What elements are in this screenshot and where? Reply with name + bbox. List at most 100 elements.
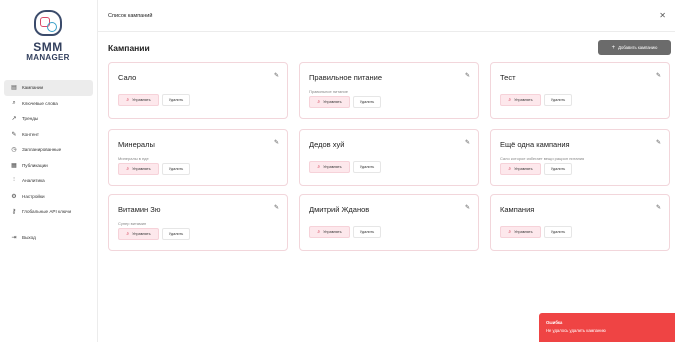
page-header-title: Список кампаний [108, 13, 153, 19]
edit-pencil-icon[interactable]: ✎ [274, 139, 279, 146]
search-icon: ⌕ [508, 166, 512, 172]
manage-label: Управлять [132, 232, 151, 236]
delete-button[interactable]: Удалить [162, 94, 190, 106]
campaign-card: Дмитрий Жданов ✎ ⌕ Управлять Удалить [299, 194, 479, 251]
campaign-card: Тест ✎ ⌕ Управлять Удалить [490, 62, 670, 119]
sidebar-item-label: Запланированные [22, 147, 62, 153]
error-toast[interactable]: Ошибка Не удалось удалить кампанию [539, 313, 675, 342]
sidebar-item-1[interactable]: ⌕ Ключевые слова [4, 96, 93, 112]
delete-button[interactable]: Удалить [162, 163, 190, 175]
edit-pencil-icon[interactable]: ✎ [274, 72, 279, 79]
campaign-card: Правильное питание ✎ Правильное питание ⌕ Уп… [299, 62, 479, 119]
logout-icon: ⇥ [11, 234, 17, 241]
search-icon: ⌕ [126, 97, 130, 103]
edit-pencil-icon[interactable]: ✎ [465, 72, 470, 79]
search-icon: ⌕ [126, 166, 130, 172]
edit-pencil-icon[interactable]: ✎ [274, 204, 279, 211]
delete-button[interactable]: Удалить [544, 163, 572, 175]
sidebar-item-3[interactable]: ✎ Контент [4, 127, 93, 143]
manage-button[interactable]: ⌕ Управлять [500, 94, 541, 106]
card-actions: ⌕ Управлять Удалить [118, 94, 190, 106]
card-actions: ⌕ Управлять Удалить [309, 226, 381, 238]
delete-button[interactable]: Удалить [353, 161, 381, 173]
campaign-card: Ещё одна кампания ✎ Сало которое избегает … [490, 129, 670, 186]
campaign-name: Ещё одна кампания [500, 140, 570, 149]
delete-button[interactable]: Удалить [353, 226, 381, 238]
manage-label: Управлять [514, 98, 533, 102]
sidebar-item-label: Публикации [22, 162, 48, 168]
card-actions: ⌕ Управлять Удалить [309, 96, 381, 108]
delete-button[interactable]: Удалить [544, 94, 572, 106]
key-icon: ⚷ [11, 209, 17, 216]
manage-label: Управлять [323, 100, 342, 104]
manage-label: Управлять [132, 167, 151, 171]
campaign-card: Витамин Зю ✎ Супер витамин ⌕ Управлять Удалит… [108, 194, 288, 251]
search-icon: ⌕ [12, 99, 16, 106]
campaign-name: Кампания [500, 205, 535, 214]
app-window: SMM MANAGER ▤ Кампании ⌕ Ключевые слова ↗ Тре… [0, 0, 675, 342]
edit-pencil-icon[interactable]: ✎ [465, 204, 470, 211]
trend-icon: ↗ [11, 116, 17, 123]
sidebar-item-6[interactable]: ⫶ Аналитика [4, 173, 93, 189]
manage-label: Управлять [132, 98, 151, 102]
manage-button[interactable]: ⌕ Управлять [309, 96, 350, 108]
gear-icon: ⚙ [11, 193, 17, 200]
manage-label: Управлять [323, 165, 342, 169]
delete-button[interactable]: Удалить [544, 226, 572, 238]
calendar-icon: ▦ [11, 162, 17, 169]
edit-pencil-icon[interactable]: ✎ [656, 139, 661, 146]
toast-message: Не удалось удалить кампанию [546, 328, 606, 333]
chart-icon: ⫶ [13, 177, 15, 184]
delete-button[interactable]: Удалить [162, 228, 190, 240]
search-icon: ⌕ [317, 164, 321, 170]
campaign-card: Кампания ✎ ⌕ Управлять Удалить [490, 194, 670, 251]
card-actions: ⌕ Управлять Удалить [118, 163, 190, 175]
sidebar-item-0[interactable]: ▤ Кампании [4, 80, 93, 96]
top-bar: Список кампаний ✕ [98, 0, 675, 32]
manage-label: Управлять [514, 230, 533, 234]
pen-icon: ✎ [11, 131, 17, 138]
campaign-description: Минералы в еде [118, 156, 149, 161]
card-actions: ⌕ Управлять Удалить [309, 161, 381, 173]
add-campaign-button[interactable]: + Добавить кампанию [598, 40, 671, 55]
sidebar-item-2[interactable]: ↗ Тренды [4, 111, 93, 127]
manage-label: Управлять [514, 167, 533, 171]
sidebar-item-label: Тренды [22, 116, 39, 122]
campaign-name: Минералы [118, 140, 155, 149]
search-icon: ⌕ [126, 231, 130, 237]
search-icon: ⌕ [317, 99, 321, 105]
campaign-name: Сало [118, 73, 137, 82]
card-actions: ⌕ Управлять Удалить [500, 226, 572, 238]
delete-button[interactable]: Удалить [353, 96, 381, 108]
edit-pencil-icon[interactable]: ✎ [656, 204, 661, 211]
sidebar-item-8[interactable]: ⚷ Глобальные API ключи [4, 204, 93, 220]
campaign-name: Витамин Зю [118, 205, 161, 214]
close-icon[interactable]: ✕ [659, 11, 666, 20]
edit-pencil-icon[interactable]: ✎ [656, 72, 661, 79]
sidebar-item-label: Кампании [22, 85, 44, 91]
logo-text-smm: SMM [33, 40, 63, 54]
campaign-description: Сало которое избегает вещи рацион питани… [500, 156, 585, 161]
manage-button[interactable]: ⌕ Управлять [118, 94, 159, 106]
campaign-card: Дедов хуй ✎ ⌕ Управлять Удалить [299, 129, 479, 186]
document-icon: ▤ [11, 85, 17, 92]
campaign-name: Дедов хуй [309, 140, 345, 149]
manage-button[interactable]: ⌕ Управлять [118, 163, 159, 175]
sidebar: SMM MANAGER ▤ Кампании ⌕ Ключевые слова ↗ Тре… [0, 0, 98, 342]
logout-button[interactable]: ⇥ Выход [4, 230, 93, 246]
plus-icon: + [611, 44, 616, 51]
manage-button[interactable]: ⌕ Управлять [500, 226, 541, 238]
edit-pencil-icon[interactable]: ✎ [465, 139, 470, 146]
manage-button[interactable]: ⌕ Управлять [500, 163, 541, 175]
manage-button[interactable]: ⌕ Управлять [309, 226, 350, 238]
manage-button[interactable]: ⌕ Управлять [118, 228, 159, 240]
sidebar-item-label: Контент [22, 131, 40, 137]
sidebar-item-5[interactable]: ▦ Публикации [4, 158, 93, 174]
campaign-name: Тест [500, 73, 516, 82]
sidebar-item-4[interactable]: ◷ Запланированные [4, 142, 93, 158]
sidebar-item-label: Настройки [22, 193, 45, 199]
sidebar-item-7[interactable]: ⚙ Настройки [4, 189, 93, 205]
manage-button[interactable]: ⌕ Управлять [309, 161, 350, 173]
logo-text-manager: MANAGER [26, 53, 70, 62]
